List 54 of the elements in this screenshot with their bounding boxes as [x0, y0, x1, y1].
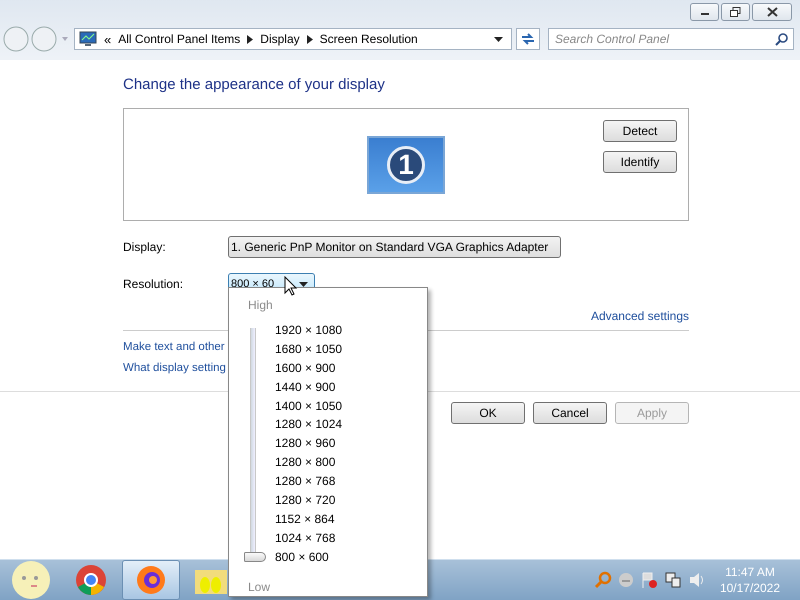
smiley-face-icon: [11, 560, 51, 600]
field-label: Resolution:: [123, 277, 184, 291]
restore-button[interactable]: [721, 3, 750, 21]
breadcrumb[interactable]: All Control Panel Items: [118, 32, 240, 46]
address-bar[interactable]: « All Control Panel Items Display Screen Resolution: [74, 28, 512, 50]
breadcrumb[interactable]: Screen Resolution: [320, 32, 418, 46]
slider-high-label: High: [248, 298, 274, 312]
dropdown-icon[interactable]: [494, 36, 503, 42]
preview-button[interactable]: Detect: [603, 120, 677, 142]
resolution-option[interactable]: 1440 × 900: [272, 378, 346, 397]
resolution-option[interactable]: 1920 × 1080: [272, 321, 346, 340]
network-icon[interactable]: [664, 571, 682, 589]
breadcrumb[interactable]: Display: [260, 32, 300, 46]
preview-button[interactable]: Identify: [603, 151, 677, 173]
face-icon[interactable]: [618, 572, 634, 588]
resolution-option[interactable]: 1280 × 800: [272, 453, 346, 472]
resolution-option[interactable]: 1680 × 1050: [272, 340, 346, 359]
field-label: Display:: [123, 240, 167, 254]
close-icon: [766, 7, 778, 17]
resolution-option[interactable]: 1024 × 768: [272, 528, 346, 548]
search-icon: [775, 33, 788, 46]
breadcrumb-overflow[interactable]: «: [104, 32, 112, 46]
taskbar-button[interactable]: [122, 560, 180, 600]
advanced-settings-link[interactable]: Advanced settings: [590, 309, 689, 323]
slider-thumb[interactable]: [244, 552, 266, 562]
chevron-icon[interactable]: [247, 34, 254, 44]
minimize-button[interactable]: [690, 3, 719, 21]
display-dropdown[interactable]: 1. Generic PnP Monitor on Standard VGA Graphics Adapter: [228, 236, 561, 258]
resolution-option[interactable]: 1280 × 720: [272, 491, 346, 510]
close-button[interactable]: [752, 3, 792, 21]
resolution-option[interactable]: 1152 × 864: [272, 510, 346, 529]
resolution-option[interactable]: 1400 × 1050: [272, 396, 346, 416]
flag-icon[interactable]: [640, 571, 658, 589]
restore-icon: [730, 7, 741, 17]
refresh-button[interactable]: [516, 28, 540, 50]
help-link[interactable]: Make text and other: [123, 341, 225, 353]
monitor-icon: [79, 31, 97, 47]
chevron-icon[interactable]: [306, 34, 313, 44]
dialog-button[interactable]: OK: [451, 402, 525, 424]
help-link[interactable]: What display setting: [123, 362, 226, 374]
browser-icon: [136, 565, 166, 595]
resolution-option[interactable]: 800 × 600: [272, 548, 346, 567]
monitor-thumbnail[interactable]: 1: [367, 136, 445, 194]
resolution-option[interactable]: 1280 × 960: [272, 434, 346, 454]
monitor-number: 1: [387, 146, 425, 184]
resolution-option[interactable]: 1280 × 1024: [272, 415, 346, 434]
search-field[interactable]: Search Control Panel: [548, 28, 794, 50]
resolution-option[interactable]: 1280 × 768: [272, 472, 346, 492]
resolution-option[interactable]: 1600 × 900: [272, 358, 346, 378]
browser-icon: [75, 564, 107, 596]
refresh-icon: [520, 32, 536, 46]
dialog-button[interactable]: Cancel: [533, 402, 607, 424]
page-heading: Change the appearance of your display: [123, 76, 386, 95]
slider-low-label: Low: [248, 580, 272, 594]
